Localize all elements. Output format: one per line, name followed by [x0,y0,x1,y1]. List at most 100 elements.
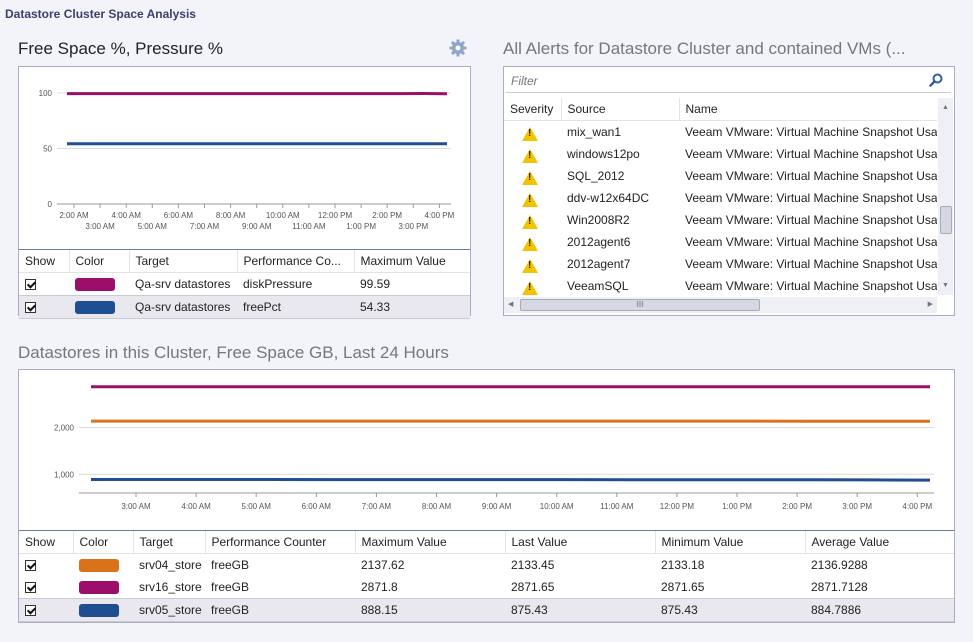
color-swatch [75,301,115,314]
x-tick-label: 5:00 AM [138,222,168,231]
alerts-grid: Severity Source Name mix_wan1 Veeam VMwa… [504,98,937,295]
legend-row[interactable]: srv16_store freeGB 2871.8 2871.65 2871.6… [19,576,954,599]
x-tick-label: 1:00 PM [722,502,752,511]
color-swatch [79,581,119,594]
target-cell: Qa-srv datastores [129,295,237,319]
alert-source: VeeamSQL [567,279,629,293]
x-tick-label: 3:00 PM [842,502,872,511]
alerts-table: Severity Source Name mix_wan1 Veeam VMwa… [504,98,937,295]
alert-row[interactable]: mix_wan1 Veeam VMware: Virtual Machine S… [504,121,937,144]
column-header-min[interactable]: Minimum Value [655,531,806,554]
column-header-target[interactable]: Target [133,531,206,554]
show-checkbox[interactable] [25,605,36,616]
alerts-horizontal-scrollbar[interactable]: ◀ III ▶ [504,297,937,313]
alerts-vertical-scrollbar[interactable]: ▲ ▼ [938,98,953,295]
legend-row[interactable]: Qa-srv datastores freePct 54.33 [19,295,470,319]
x-tick-label: 1:00 PM [346,222,376,231]
x-tick-label: 4:00 PM [902,502,932,511]
last-cell: 2133.45 [511,558,555,572]
datastores-panel-title: Datastores in this Cluster, Free Space G… [18,343,449,362]
show-checkbox[interactable] [25,279,36,290]
y-tick-label: 2,000 [54,423,75,432]
target-cell: srv05_store [133,598,205,622]
alert-row[interactable]: SQL_2012 Veeam VMware: Virtual Machine S… [504,165,937,187]
x-tick-label: 6:00 AM [302,502,332,511]
datastores-legend-table: Show Color Target Performance Counter Ma… [19,531,954,622]
column-header-max[interactable]: Maximum Value [355,531,506,554]
x-tick-label: 12:00 PM [660,502,695,511]
datastores-panel: 1,000 2,000 3:00 AM 4:00 AM 5:00 AM 6:00 AM 7:… [18,369,955,623]
alert-row[interactable]: 2012agent7 Veeam VMware: Virtual Machine… [504,253,937,275]
warning-icon [522,214,538,229]
gear-icon[interactable] [449,39,467,57]
x-tick-label: 10:00 AM [540,502,574,511]
column-header-name[interactable]: Name [679,98,937,121]
column-header-last[interactable]: Last Value [505,531,656,554]
warning-icon [522,236,538,251]
legend-row[interactable]: srv04_store freeGB 2137.62 2133.45 2133.… [19,554,954,577]
target-cell: Qa-srv datastores [135,277,231,291]
show-checkbox[interactable] [25,560,36,571]
scroll-left-arrow[interactable]: ◀ [508,300,513,308]
x-tick-label: 11:00 AM [292,222,326,231]
column-header-source[interactable]: Source [561,98,680,121]
x-tick-label: 2:00 PM [372,211,402,220]
min-cell: 2871.65 [661,580,705,594]
column-header-color[interactable]: Color [69,250,130,273]
x-tick-label: 9:00 AM [242,222,272,231]
alert-row[interactable]: Win2008R2 Veeam VMware: Virtual Machine … [504,209,937,231]
show-checkbox[interactable] [25,582,36,593]
scroll-up-arrow[interactable]: ▲ [942,104,949,111]
x-tick-label: 4:00 AM [181,502,211,511]
avg-cell: 884.7886 [805,598,954,622]
alert-name: Veeam VMware: Virtual Machine Snapshot U… [685,257,937,271]
x-tick-label: 2:00 PM [782,502,812,511]
column-header-color[interactable]: Color [73,531,134,554]
scroll-right-arrow[interactable]: ▶ [928,300,933,308]
column-header-counter[interactable]: Performance Co... [237,250,355,273]
last-cell: 875.43 [505,598,655,622]
column-header-max[interactable]: Maximum Value [354,250,470,273]
alert-row[interactable]: VeeamSQL Veeam VMware: Virtual Machine S… [504,275,937,295]
legend-row[interactable]: srv05_store freeGB 888.15 875.43 875.43 … [19,598,954,622]
alert-source: mix_wan1 [567,125,622,139]
scroll-down-arrow[interactable]: ▼ [942,282,949,289]
alert-row[interactable]: ddv-w12x64DC Veeam VMware: Virtual Machi… [504,187,937,209]
warning-icon [522,280,538,295]
column-header-target[interactable]: Target [129,250,238,273]
column-header-show[interactable]: Show [19,250,70,273]
x-tick-label: 12:00 PM [318,211,353,220]
alerts-header-row: Severity Source Name [504,98,937,121]
pressure-chart: 0 50 100 2:00 AM 4:00 AM 6:00 AM 8:00 AM 10:00 … [39,89,455,231]
column-header-counter[interactable]: Performance Counter [205,531,356,554]
datastores-legend: Show Color Target Performance Counter Ma… [19,530,954,622]
show-checkbox[interactable] [25,302,36,313]
alert-row[interactable]: 2012agent6 Veeam VMware: Virtual Machine… [504,231,937,253]
x-tick-label: 4:00 AM [112,211,142,220]
warning-icon [522,148,538,163]
x-tick-label: 7:00 AM [190,222,220,231]
scroll-thumb[interactable] [940,206,952,234]
filter-input[interactable] [509,70,913,92]
x-tick-label: 8:00 AM [216,211,246,220]
search-icon[interactable] [929,73,943,92]
column-header-severity[interactable]: Severity [504,98,562,121]
min-cell: 875.43 [655,598,805,622]
alert-row[interactable]: windows12po Veeam VMware: Virtual Machin… [504,143,937,165]
counter-cell: diskPressure [243,277,313,291]
x-tick-label: 2:00 AM [59,211,89,220]
max-cell: 2871.8 [361,580,398,594]
alert-name: Veeam VMware: Virtual Machine Snapshot U… [685,191,937,205]
alert-name: Veeam VMware: Virtual Machine Snapshot U… [685,213,937,227]
column-header-show[interactable]: Show [19,531,74,554]
legend-row[interactable]: Qa-srv datastores diskPressure 99.59 [19,273,470,296]
counter-cell: freePct [237,295,354,319]
max-cell: 888.15 [355,598,505,622]
x-tick-label: 3:00 PM [398,222,428,231]
counter-cell: freeGB [211,558,250,572]
column-header-avg[interactable]: Average Value [805,531,954,554]
warning-icon [522,170,538,185]
hscroll-thumb[interactable]: III [520,299,760,311]
legend-header-row: Show Color Target Performance Co... Maxi… [19,250,470,273]
x-tick-label: 10:00 AM [266,211,300,220]
